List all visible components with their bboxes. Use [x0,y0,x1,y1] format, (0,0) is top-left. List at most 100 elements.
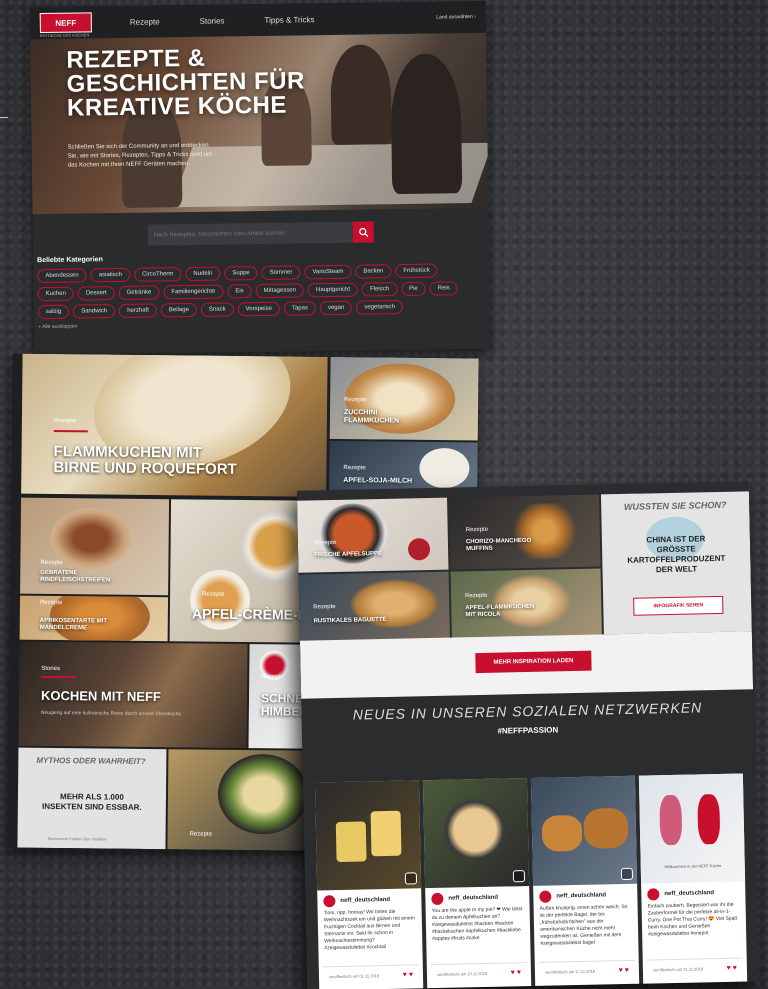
post-text: You are the apple to my pie? ❤ Wie lässt… [431,906,523,943]
post-username: neff_deutschland [340,896,391,904]
fact-title: CHINA IST DER GRÖSSTE KARTOFFELPRODUZENT D… [627,534,726,575]
instagram-post[interactable]: Willkommen in der NEFF Küche neff_deutsc… [638,773,748,986]
food-image [419,447,470,489]
hashtag-label: #NEFFPASSION [497,725,559,736]
food-image [217,753,309,835]
hero-title: REZEPTE & GESCHICHTEN FÜR KREATIVE KÖCHE [66,44,306,122]
show-all-link[interactable]: + Alle ausklappen [38,318,490,331]
category-chip[interactable]: salzig [37,304,70,320]
category-chip[interactable]: Tapas [283,301,317,316]
category-chip[interactable]: Suppe [224,266,258,281]
post-date: veröffentlicht am 01.11.2018 [328,973,380,980]
tile-category: Rezepte [464,592,488,600]
category-chip[interactable]: Mittagessen [255,283,305,299]
heart-icon[interactable]: ♥ ♥ [403,971,413,978]
post-username: neff_deutschland [664,890,715,898]
hero-banner: REZEPTE & GESCHICHTEN FÜR KREATIVE KÖCHE… [30,32,491,215]
category-chip[interactable]: vegetarisch [356,300,404,315]
hero-person-image [330,44,392,145]
category-chip[interactable]: Hauptgericht [307,282,359,298]
instagram-post[interactable]: neff_deutschland You are the apple to my… [422,778,532,989]
category-chip[interactable]: Familiengerichte [163,284,224,300]
tile-title: KOCHEN MIT NEFF [40,687,161,705]
instagram-icon [512,870,526,883]
tile-title: APFEL-SOJA-MILCH [343,477,413,485]
category-chip[interactable]: Dessert [77,286,115,301]
post-footer: veröffentlicht am 17.11.2018 ♥ ♥ [538,959,636,976]
drink-image [370,810,402,857]
category-chip[interactable]: Eis [227,284,252,299]
category-chip[interactable]: Abendessen [37,268,87,284]
post-footer: veröffentlicht am 21.11.2018 ♥ ♥ [646,957,743,974]
tile-category: Rezepte [40,559,63,567]
recipe-tile[interactable]: Rezepte [167,749,319,851]
category-chip[interactable]: Sommer [261,265,301,280]
infographic-button[interactable]: INFOGRAFIK SEHEN [633,595,724,616]
recipe-tile[interactable]: Rezepte ZUCCHINI FLAMMKUCHEN [329,356,479,441]
nav-item-rezepte[interactable]: Rezepte [130,17,160,26]
category-chip[interactable]: Sandwich [73,304,116,319]
nav-item-tipps[interactable]: Tipps & Tricks [264,15,314,25]
food-image [490,573,572,630]
post-username: neff_deutschland [556,892,607,900]
bagel-image [583,807,629,849]
tile-title: ZUCCHINI FLAMMKUCHEN [343,409,400,425]
category-chip[interactable]: Fleisch [361,282,398,297]
load-more-button[interactable]: MEHR INSPIRATION LADEN [475,650,592,674]
post-username: neff_deutschland [448,894,499,902]
post-author: neff_deutschland [533,884,637,906]
tile-title: CHORIZO-MANCHEGO MUFFINS [465,537,532,553]
category-chip[interactable]: Kuchen [37,286,75,302]
heart-icon[interactable]: ♥ ♥ [619,967,629,974]
recipe-tile[interactable]: Rezepte CHORIZO-MANCHEGO MUFFINS [448,494,601,570]
recipe-tile[interactable]: Rezepte RUSTIKALES BAGUETTE [298,571,450,643]
recipe-tile[interactable]: Rezepte FRISCHE APFELSUPPE [297,497,449,573]
recipe-tile[interactable]: Rezepte APRIKOSENTARTE MIT MANDELCREME [19,595,169,642]
nav-item-stories[interactable]: Stories [200,16,225,25]
recipe-tile[interactable]: Rezepte APFEL-FLAMMKUCHEN MIT RICOLA [450,568,602,640]
recipe-tile[interactable]: Rezepte GEBRATENE RINDFLEISCHSTREIFEN [20,497,170,596]
post-footer: veröffentlicht am 10.11.2018 ♥ ♥ [430,962,528,979]
tile-category: Rezepte [465,526,489,534]
inspiration-social-panel: Rezepte FRISCHE APFELSUPPE Rezepte CHORI… [296,481,760,989]
category-chip[interactable]: Frühstück [395,263,438,279]
country-select-link[interactable]: Land auswählen › [436,14,476,21]
search-input[interactable] [147,221,353,246]
tile-title: GEBRATENE RINDFLEISCHSTREIFEN [40,569,111,584]
category-chip[interactable]: CircoTherm [133,267,182,282]
category-chip[interactable]: Pie [400,281,426,297]
heart-icon[interactable]: ♥ ♥ [727,965,737,972]
category-chip-list: Abendessen asiatisch CircoTherm Nudeln Suppe… [33,263,474,320]
instagram-post[interactable]: neff_deutschland Außen knusprig, innen s… [530,775,640,988]
category-chip[interactable]: Snack [200,302,234,317]
search-button[interactable] [352,221,374,243]
fact-tile[interactable]: MYTHOS ODER WAHRHEIT? MEHR ALS 1.000 INSE… [17,747,167,850]
tile-category: Rezepte [313,604,336,611]
category-chip[interactable]: Getränke [118,285,160,300]
avatar [539,890,552,903]
category-chip[interactable]: VarioSteam [304,264,352,280]
category-chip[interactable]: Backen [355,264,392,279]
fact-heading: WUSSTEN SIE SCHON? [623,499,727,512]
tile-category: Rezepte [202,591,225,598]
category-chip[interactable]: Nudeln [185,266,221,282]
tile-subtitle: Neugierig auf eine kulinarische Reise du… [40,709,182,718]
category-chip[interactable]: Reis [429,281,458,296]
category-chip[interactable]: Beilage [160,302,197,318]
tile-category: Stories [41,665,61,673]
recipe-tile[interactable]: Rezepte FLAMMKUCHEN MIT BIRNE UND ROQUEFO… [21,353,328,497]
category-chip[interactable]: herzhaft [119,303,157,318]
post-author: neff_deutschland [641,881,745,903]
post-text: Tiooi, ripp, hooray! Wir bitten die Weih… [323,908,415,952]
category-chip[interactable]: asiatisch [90,267,131,283]
fact-tile[interactable]: WUSSTEN SIE SCHON? CHINA IST DER GRÖSSTE … [600,491,752,635]
instagram-post[interactable]: neff_deutschland Tiooi, ripp, hooray! Wi… [314,780,424,989]
category-chip[interactable]: vegan [319,300,353,316]
heart-icon[interactable]: ♥ ♥ [511,969,521,976]
logo-tagline: ENTDECKE DAS KOCHEN [39,32,90,39]
story-tile[interactable]: Stories KOCHEN MIT NEFF Neugierig auf ei… [18,641,248,749]
neff-logo[interactable]: NEFF [39,12,92,34]
post-date: veröffentlicht am 17.11.2018 [544,968,596,975]
tile-category: Rezepte [343,465,366,472]
category-chip[interactable]: Vorspeise [237,301,281,317]
